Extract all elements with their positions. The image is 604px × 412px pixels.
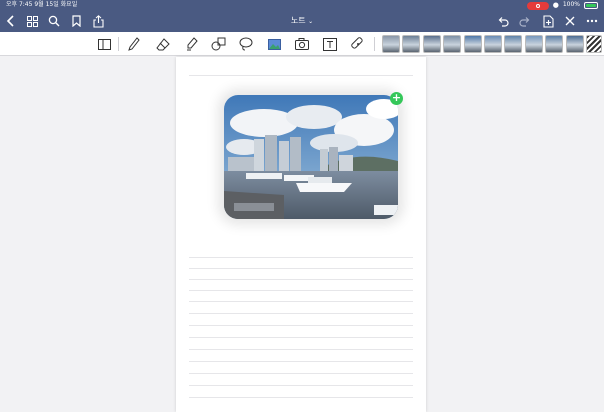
chevron-left-icon xyxy=(6,15,14,27)
photo-sticker-thumb[interactable] xyxy=(422,35,441,53)
inserted-photo[interactable] xyxy=(224,95,398,219)
camera-tool[interactable] xyxy=(294,36,310,52)
sidebar-toggle-button[interactable] xyxy=(96,36,112,52)
add-page-button[interactable] xyxy=(540,13,556,29)
pattern-sticker-thumb[interactable] xyxy=(586,35,602,53)
page-rule-line xyxy=(189,397,413,398)
lasso-tool[interactable] xyxy=(238,36,254,52)
harbor-photo xyxy=(224,95,398,219)
photo-sticker-thumb[interactable] xyxy=(545,35,564,53)
photo-sticker-thumb[interactable] xyxy=(382,35,400,53)
photo-sticker-thumb[interactable] xyxy=(524,35,543,53)
page-rule-line xyxy=(189,349,413,350)
page-rule-line xyxy=(189,373,413,374)
status-date: 9월 15일 화요일 xyxy=(34,1,78,8)
battery-icon xyxy=(584,2,598,9)
toolbar-divider xyxy=(118,37,119,51)
camera-icon xyxy=(295,38,309,50)
image-icon xyxy=(267,38,281,50)
page-rule-line xyxy=(189,279,413,280)
chevron-down-icon: ⌄ xyxy=(308,18,314,25)
nav-bar: 노트 ⌄ xyxy=(0,11,604,31)
page-rule-line xyxy=(189,301,413,302)
photo-sticker-thumb[interactable] xyxy=(504,35,523,53)
share-icon xyxy=(92,14,104,28)
photo-sticker-thumb[interactable] xyxy=(463,35,482,53)
bookmark-icon xyxy=(71,15,81,27)
record-icon xyxy=(535,3,540,8)
share-button[interactable] xyxy=(90,13,106,29)
page-rule-line xyxy=(189,268,413,269)
photo-sticker-thumb[interactable] xyxy=(402,35,421,53)
battery-label: 100% xyxy=(562,1,580,8)
lasso-icon xyxy=(239,37,253,51)
page-rule-line xyxy=(189,385,413,386)
grid-icon xyxy=(26,15,38,27)
sidebar-icon xyxy=(97,38,111,50)
status-bar: 오후 7:45 9월 15일 화요일 ● 100% xyxy=(0,0,604,10)
page-rule-line xyxy=(189,290,413,291)
plus-icon: + xyxy=(391,91,402,104)
pen-tool[interactable] xyxy=(126,36,142,52)
page-rule-line xyxy=(189,325,413,326)
shapes-tool[interactable] xyxy=(210,36,226,52)
tool-bar xyxy=(0,32,604,56)
status-time: 오후 7:45 xyxy=(6,1,33,8)
add-element-button[interactable]: + xyxy=(390,92,403,105)
highlighter-icon xyxy=(186,37,198,51)
highlighter-tool[interactable] xyxy=(183,36,199,52)
text-icon xyxy=(323,37,337,51)
eraser-icon xyxy=(156,37,170,50)
page-rule-line xyxy=(189,337,413,338)
undo-icon xyxy=(498,16,509,27)
grid-view-button[interactable] xyxy=(24,13,40,29)
photo-sticker-thumb[interactable] xyxy=(443,35,462,53)
note-page[interactable]: + xyxy=(176,57,426,412)
note-title[interactable]: 노트 ⌄ xyxy=(270,15,334,26)
undo-button[interactable] xyxy=(495,13,511,29)
more-icon xyxy=(586,19,598,23)
wifi-icon: ● xyxy=(552,1,559,9)
bookmark-button[interactable] xyxy=(68,13,84,29)
more-button[interactable] xyxy=(584,13,600,29)
eraser-tool[interactable] xyxy=(155,36,171,52)
close-button[interactable] xyxy=(562,13,578,29)
top-bar: 오후 7:45 9월 15일 화요일 ● 100% 노트 ⌄ xyxy=(0,0,604,32)
image-tool[interactable] xyxy=(266,36,282,52)
screen-record-indicator[interactable] xyxy=(526,1,549,10)
page-rule-line xyxy=(189,313,413,314)
elements-tool[interactable] xyxy=(350,36,366,52)
photo-sticker-thumb[interactable] xyxy=(565,35,584,53)
page-rule-line xyxy=(189,75,413,76)
redo-button[interactable] xyxy=(517,13,533,29)
search-button[interactable] xyxy=(46,13,62,29)
close-icon xyxy=(565,16,575,26)
pen-icon xyxy=(128,37,140,51)
shapes-icon xyxy=(211,37,225,51)
elements-icon xyxy=(351,37,363,49)
text-tool[interactable] xyxy=(322,36,338,52)
back-button[interactable] xyxy=(3,13,19,29)
search-icon xyxy=(48,15,60,27)
redo-icon xyxy=(519,16,530,27)
add-page-icon xyxy=(542,14,554,28)
page-rule-line xyxy=(189,361,413,362)
page-rule-line xyxy=(189,257,413,258)
photo-sticker-thumb[interactable] xyxy=(484,35,502,53)
toolbar-divider xyxy=(374,37,375,51)
